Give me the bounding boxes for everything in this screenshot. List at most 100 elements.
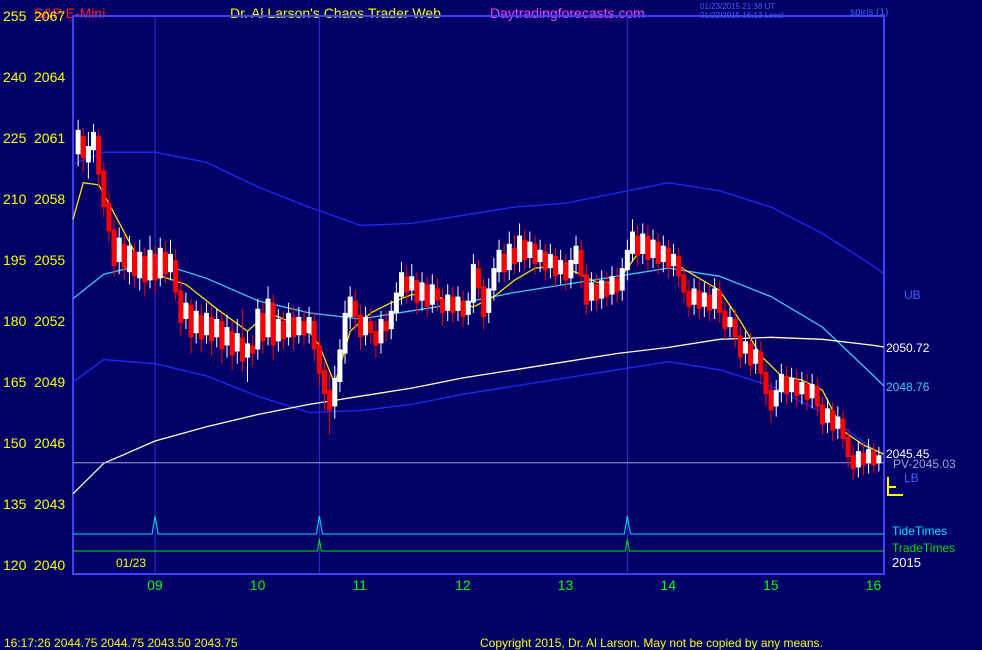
up-bar-body [419,282,425,301]
hour-tick-label: 10 [250,577,266,593]
down-bar-body [522,239,528,260]
down-bar-body [578,249,584,277]
down-bar-body [676,255,682,277]
pivot-label: PV-2045.03 [893,457,956,471]
down-bar-body [594,284,600,301]
up-bar-body [568,260,574,279]
down-bar-body [198,314,204,340]
down-bar-body [383,321,389,332]
up-bar-body [306,316,312,334]
down-bar-body [552,255,558,277]
down-bar-body [219,321,225,350]
up-bar-body [671,253,677,267]
down-bar-body [583,274,589,305]
down-bar-body [80,135,86,159]
down-bar-body [209,316,215,342]
date-label: 01/23 [116,556,146,570]
up-bar-body [506,243,512,271]
down-bar-body [173,260,179,293]
up-bar-body [296,316,302,336]
up-bar-body [337,349,343,382]
down-bar-body [440,298,446,313]
up-bar-body [203,312,209,336]
down-bar-body [696,290,702,309]
up-bar-body [573,245,579,265]
down-bar-body [819,404,825,425]
down-bar-body [748,343,754,366]
up-bar-body [255,308,261,350]
up-bar-body [558,260,564,275]
up-bar-body [234,333,240,352]
up-bar-body [157,247,163,279]
down-bar-body [178,290,184,324]
price-tick-label: 2067 [34,8,65,24]
up-bar-body [588,282,594,301]
down-bar-body [460,300,466,317]
osc-tick-label: 240 [3,69,27,85]
up-bar-body [137,251,143,279]
osc-tick-label: 210 [3,191,27,207]
down-bar-body [357,314,363,338]
osc-tick-label: 150 [3,435,27,451]
down-bar-body [101,170,107,208]
up-bar-body [378,318,384,344]
up-bar-body [629,231,635,254]
down-bar-body [768,390,774,411]
down-bar-body [814,386,820,407]
up-bar-body [876,455,882,464]
down-bar-body [860,453,866,466]
down-bar-body [794,379,800,397]
down-bar-body [229,331,235,356]
down-bar-body [121,243,127,269]
down-bar-body [434,288,440,301]
up-bar-body [245,343,251,358]
down-bar-body [316,345,322,374]
osc-tick-label: 195 [3,252,27,268]
up-bar-body [753,349,759,364]
hour-tick-label: 11 [352,577,367,593]
down-bar-body [142,255,148,283]
down-bar-body [655,241,661,265]
up-bar-body [640,233,646,254]
down-bar-body [532,243,538,265]
lb-label: LB [904,471,919,485]
down-bar-body [758,351,764,374]
down-bar-body [96,135,102,175]
up-bar-body [547,253,553,269]
up-bar-body [778,373,784,393]
price-tick-label: 2058 [34,191,65,207]
down-bar-body [311,321,317,350]
down-bar-body [635,235,641,256]
up-bar-body [835,416,841,429]
up-bar-body [224,327,230,346]
up-bar-body [691,288,697,305]
up-bar-body [347,296,353,317]
ma-slow-end-label: 2050.72 [886,341,930,355]
up-bar-body [537,249,543,263]
down-bar-body [722,310,728,330]
down-bar-body [737,335,743,358]
up-bar-body [660,245,666,263]
up-bar-body [363,316,369,336]
up-bar-body [286,312,292,338]
down-bar-body [871,451,877,466]
up-bar-body [388,310,394,330]
chart-background [0,0,982,650]
down-bar-body [686,290,692,307]
down-bar-body [850,455,856,470]
down-bar-body [845,436,851,458]
up-bar-body [727,316,733,328]
osc-tick-label: 180 [3,313,27,329]
price-tick-label: 2061 [34,130,65,146]
down-bar-body [106,203,112,232]
down-bar-body [239,337,245,362]
up-bar-body [429,284,435,305]
hour-tick-label: 15 [763,577,779,593]
ub-label: UB [904,288,921,302]
up-bar-body [126,245,132,273]
up-bar-body [85,146,91,163]
up-bar-body [214,318,220,338]
site-link[interactable]: Daytradingforecasts.com [490,5,645,21]
down-bar-body [732,318,738,338]
price-tick-label: 2049 [34,374,65,390]
